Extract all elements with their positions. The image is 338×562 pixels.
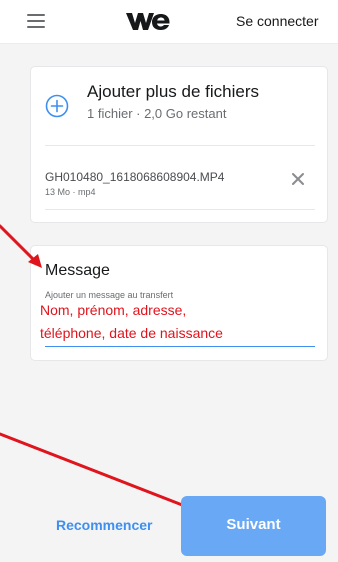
- divider: [45, 145, 315, 146]
- wetransfer-logo-icon[interactable]: [124, 10, 172, 32]
- top-bar: Se connecter: [0, 0, 338, 44]
- annotation-text-line-1: Nom, prénom, adresse,: [40, 302, 187, 318]
- add-more-files-button[interactable]: Ajouter plus de fichiers 1 fichier · 2,0…: [31, 67, 329, 143]
- files-card: Ajouter plus de fichiers 1 fichier · 2,0…: [30, 66, 328, 223]
- files-remaining-info: 1 fichier · 2,0 Go restant: [87, 106, 227, 121]
- add-files-title: Ajouter plus de fichiers: [87, 82, 259, 101]
- restart-button[interactable]: Recommencer: [56, 517, 153, 533]
- hamburger-menu-icon[interactable]: [27, 14, 45, 28]
- plus-circle-icon[interactable]: [45, 94, 69, 118]
- message-underline: [45, 346, 315, 347]
- file-meta: 13 Mo · mp4: [45, 187, 96, 197]
- message-title: Message: [45, 262, 110, 279]
- close-icon[interactable]: [290, 171, 306, 187]
- annotation-text-line-2: téléphone, date de naissance: [40, 325, 223, 341]
- sign-in-link[interactable]: Se connecter: [236, 13, 319, 29]
- annotation-arrow-next: [0, 432, 197, 514]
- message-placeholder: Ajouter un message au transfert: [45, 290, 174, 300]
- divider: [45, 209, 315, 210]
- next-button[interactable]: Suivant: [181, 496, 326, 556]
- file-name: GH010480_1618068608904.MP4: [45, 170, 225, 184]
